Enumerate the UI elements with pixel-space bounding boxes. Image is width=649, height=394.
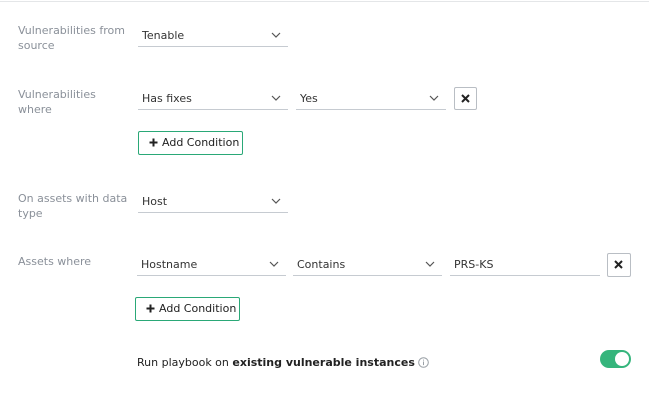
add-vuln-condition-label: Add Condition	[162, 136, 240, 149]
remove-vuln-condition-button[interactable]	[454, 87, 477, 110]
add-asset-condition-button[interactable]: Add Condition	[135, 297, 240, 321]
asset-condition-field-value: Hostname	[141, 258, 198, 271]
chevron-down-icon	[429, 95, 439, 101]
source-select-value: Tenable	[142, 29, 185, 42]
info-icon[interactable]	[418, 357, 429, 368]
asset-condition-operator-value: Contains	[297, 258, 346, 271]
asset-condition-operator-select[interactable]: Contains	[293, 254, 442, 276]
toggle-knob	[615, 352, 629, 366]
asset-type-select-value: Host	[142, 195, 168, 208]
chevron-down-icon	[271, 198, 281, 204]
asset-condition-field-select[interactable]: Hostname	[137, 254, 286, 276]
source-label: Vulnerabilities from source	[18, 24, 125, 52]
close-icon	[614, 260, 623, 269]
plus-icon	[146, 304, 155, 313]
asset-conditions-label: Assets where	[18, 255, 92, 268]
asset-type-label: On assets with data type	[18, 192, 128, 220]
run-playbook-toggle[interactable]	[600, 350, 631, 368]
chevron-down-icon	[271, 32, 281, 38]
vuln-condition-value-select[interactable]: Yes	[296, 88, 446, 110]
asset-type-select[interactable]: Host	[138, 191, 288, 213]
remove-asset-condition-button[interactable]	[607, 253, 631, 277]
close-icon	[461, 94, 470, 103]
asset-condition-value-input[interactable]: PRS-KS	[450, 254, 600, 276]
run-playbook-emphasis: existing vulnerable instances	[232, 356, 415, 369]
chevron-down-icon	[269, 261, 279, 267]
top-divider	[0, 1, 649, 2]
playbook-trigger-form: Vulnerabilities from source Tenable Vuln…	[0, 0, 649, 394]
vuln-condition-field-value: Has fixes	[142, 92, 192, 105]
run-playbook-label: Run playbook on existing vulnerable inst…	[137, 355, 429, 370]
chevron-down-icon	[425, 261, 435, 267]
chevron-down-icon	[271, 95, 281, 101]
vuln-condition-field-select[interactable]: Has fixes	[138, 88, 288, 110]
vuln-condition-value-value: Yes	[300, 92, 318, 105]
add-asset-condition-label: Add Condition	[159, 302, 237, 315]
plus-icon	[149, 138, 158, 147]
add-vuln-condition-button[interactable]: Add Condition	[138, 131, 243, 155]
asset-condition-value-text: PRS-KS	[454, 258, 494, 271]
run-playbook-prefix: Run playbook on	[137, 356, 233, 369]
source-select[interactable]: Tenable	[138, 25, 288, 47]
vuln-conditions-label: Vulnerabilities where	[18, 88, 96, 116]
